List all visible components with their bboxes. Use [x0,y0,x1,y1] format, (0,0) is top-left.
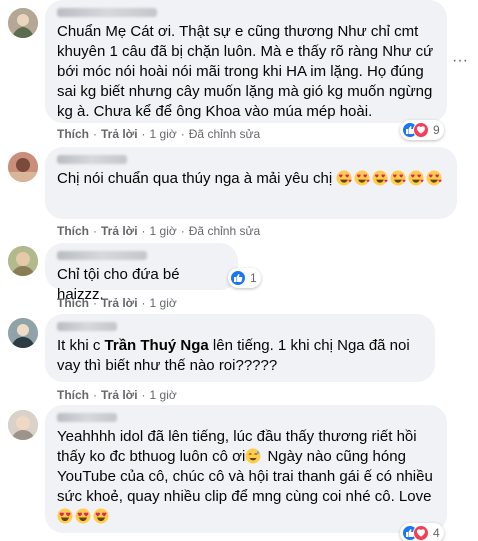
avatar[interactable] [8,8,38,38]
smiling-face-with-hearts-emoji [408,170,424,186]
timestamp[interactable]: 1 giờ [150,224,177,238]
timestamp[interactable]: 1 giờ [150,127,177,141]
reply-link[interactable]: Trả lời [101,388,138,402]
like-link[interactable]: Thích [57,388,89,402]
reaction-count: 9 [433,123,440,137]
edited-label[interactable]: Đã chỉnh sửa [189,127,260,141]
smiling-face-with-hearts-emoji [336,170,352,186]
comment-text: Chị nói chuẩn qua thúy nga à mải yêu chị [57,169,452,189]
heart-eyes-emoji [57,508,73,524]
reply-link[interactable]: Trả lời [101,127,138,141]
reaction-count: 1 [250,271,257,285]
avatar-image [8,410,38,440]
comment-actions: Thích · Trả lời · 1 giờ · Đã chỉnh sửa [57,127,261,141]
comment-actions: Thích · Trả lời · 1 giờ · Đã chỉnh sửa [57,224,261,238]
user-mention-link[interactable]: Trần Thuý Nga [105,337,209,354]
more-options-icon[interactable]: ··· [448,53,472,78]
reaction-summary[interactable]: 9 [400,120,444,140]
timestamp[interactable]: 1 giờ [150,296,177,310]
heart-eyes-emoji [75,508,91,524]
avatar-image [8,8,38,38]
comment-text-before: It khi c [57,337,101,354]
sweat-smile-emoji [245,448,262,464]
reaction-summary[interactable]: 4 [400,523,444,541]
avatar[interactable] [8,410,38,440]
comment-text: It khi c Trần Thuý Nga lên tiếng. 1 khi … [57,336,423,376]
avatar[interactable] [8,318,38,348]
smiling-face-with-hearts-emoji [426,170,442,186]
commenter-name-blurred[interactable] [57,322,117,331]
comment-bubble: Chỉ tội cho đứa bé haizzz. [45,243,238,303]
smiling-face-with-hearts-emoji [354,170,370,186]
comment-text: Yeahhhh idol đã lên tiếng, lúc đầu thấy … [57,427,435,527]
heart-eyes-emoji [93,508,109,524]
avatar-image [8,152,38,182]
comment-text-body: Chị nói chuẩn qua thúy nga à mải yêu chị [57,170,333,187]
comment-actions: Thích · Trả lời · 1 giờ [57,296,177,310]
timestamp[interactable]: 1 giờ [150,388,177,402]
comment-bubble: It khi c Trần Thuý Nga lên tiếng. 1 khi … [45,314,435,382]
comment-bubble: Yeahhhh idol đã lên tiếng, lúc đầu thấy … [45,405,447,533]
avatar-image [8,318,38,348]
comment-bubble: Chị nói chuẩn qua thúy nga à mải yêu chị [45,147,457,219]
reaction-count: 4 [433,526,440,540]
comment-bubble: Chuẩn Mẹ Cát ơi. Thật sự e cũng thương N… [45,0,447,123]
reply-link[interactable]: Trả lời [101,224,138,238]
like-link[interactable]: Thích [57,296,89,310]
avatar[interactable] [8,152,38,182]
like-link[interactable]: Thích [57,224,89,238]
commenter-name-blurred[interactable] [57,155,127,164]
comment-text: Chuẩn Mẹ Cát ơi. Thật sự e cũng thương N… [57,23,434,120]
edited-label[interactable]: Đã chỉnh sửa [189,224,260,238]
smiling-face-with-hearts-emoji [372,170,388,186]
comment-actions: Thích · Trả lời · 1 giờ [57,388,177,402]
avatar-image [8,246,38,276]
reaction-summary[interactable]: 1 [228,268,261,288]
commenter-name-blurred[interactable] [57,251,147,260]
commenter-name-blurred[interactable] [57,413,117,422]
like-reaction-icon [230,270,246,286]
smiling-face-with-hearts-emoji [390,170,406,186]
like-link[interactable]: Thích [57,127,89,141]
commenter-name-blurred[interactable] [57,8,157,17]
love-reaction-icon [413,122,429,138]
avatar[interactable] [8,246,38,276]
love-reaction-icon [413,525,429,541]
reply-link[interactable]: Trả lời [101,296,138,310]
